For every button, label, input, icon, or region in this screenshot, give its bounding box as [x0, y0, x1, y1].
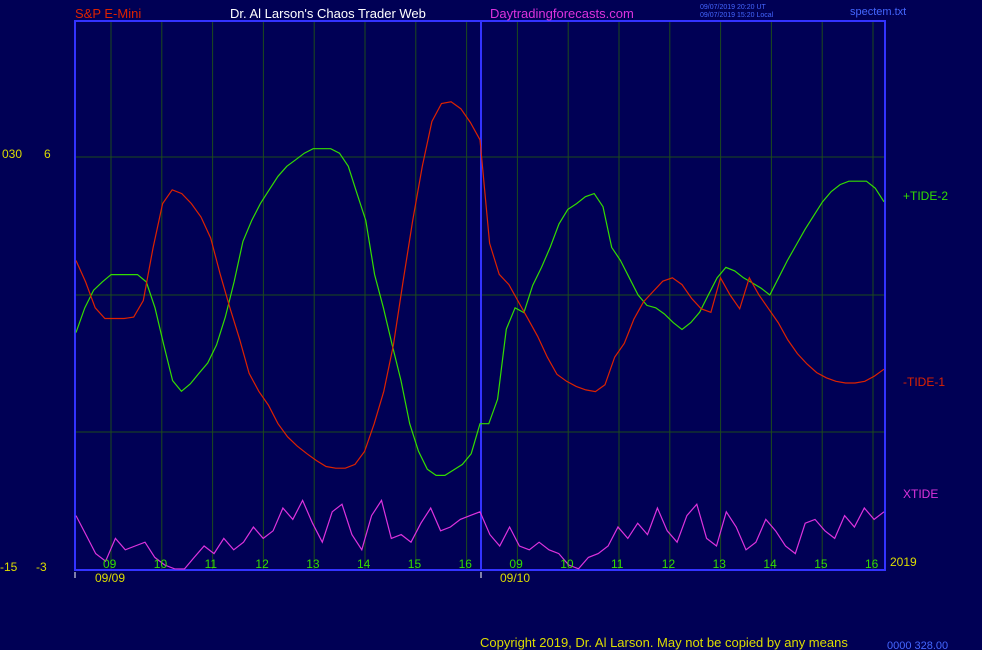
x-tick-label: 13 — [306, 557, 320, 571]
author-title: Dr. Al Larson's Chaos Trader Web — [230, 6, 426, 21]
x-tick-label: 10 — [154, 557, 168, 571]
x-tick-label: 10 — [560, 557, 574, 571]
y-tick-label-top: 6 — [44, 147, 51, 161]
timestamp-ut: 09/07/2019 20:20 UT — [700, 4, 766, 11]
y-tick-label-bottom-left: -15 — [0, 560, 18, 574]
copyright-notice: Copyright 2019, Dr. Al Larson. May not b… — [480, 635, 848, 650]
site-link[interactable]: Daytradingforecasts.com — [490, 6, 634, 21]
legend-tide1: -TIDE-1 — [903, 375, 945, 389]
x-tick-label: 11 — [611, 557, 624, 571]
file-name: spectem.txt — [850, 6, 906, 18]
x-tick-label: 12 — [255, 557, 269, 571]
x-tick-label: 14 — [357, 557, 371, 571]
date-label-2: 09/10 — [500, 571, 530, 585]
date-label-1: 09/09 — [95, 571, 125, 585]
x-tick-label: 15 — [814, 557, 828, 571]
x-tick-label: 13 — [713, 557, 727, 571]
x-tick-label: 09 — [509, 557, 523, 571]
x-tick-label: 11 — [205, 557, 218, 571]
x-tick-label: 12 — [662, 557, 676, 571]
legend-tide2: +TIDE-2 — [903, 189, 948, 203]
x-tick-label: 16 — [459, 557, 473, 571]
corner-readout: 0000 328.00 — [887, 640, 948, 650]
year-label: 2019 — [890, 555, 917, 569]
background — [0, 0, 982, 650]
legend-xtide: XTIDE — [903, 487, 938, 501]
symbol-label: S&P E-Mini — [75, 6, 141, 21]
timestamp-local: 09/07/2019 15:20 Local — [700, 12, 774, 19]
y-tick-label-right-scale: 030 — [2, 147, 22, 161]
x-tick-label: 14 — [763, 557, 777, 571]
chart-canvas: 09 10 11 12 13 14 15 16 09 10 11 12 13 14 15 16 S&P E-M… — [0, 0, 982, 650]
y-tick-label-bottom: -3 — [36, 560, 47, 574]
x-tick-label: 09 — [103, 557, 117, 571]
x-tick-label: 15 — [408, 557, 422, 571]
x-tick-label: 16 — [865, 557, 879, 571]
